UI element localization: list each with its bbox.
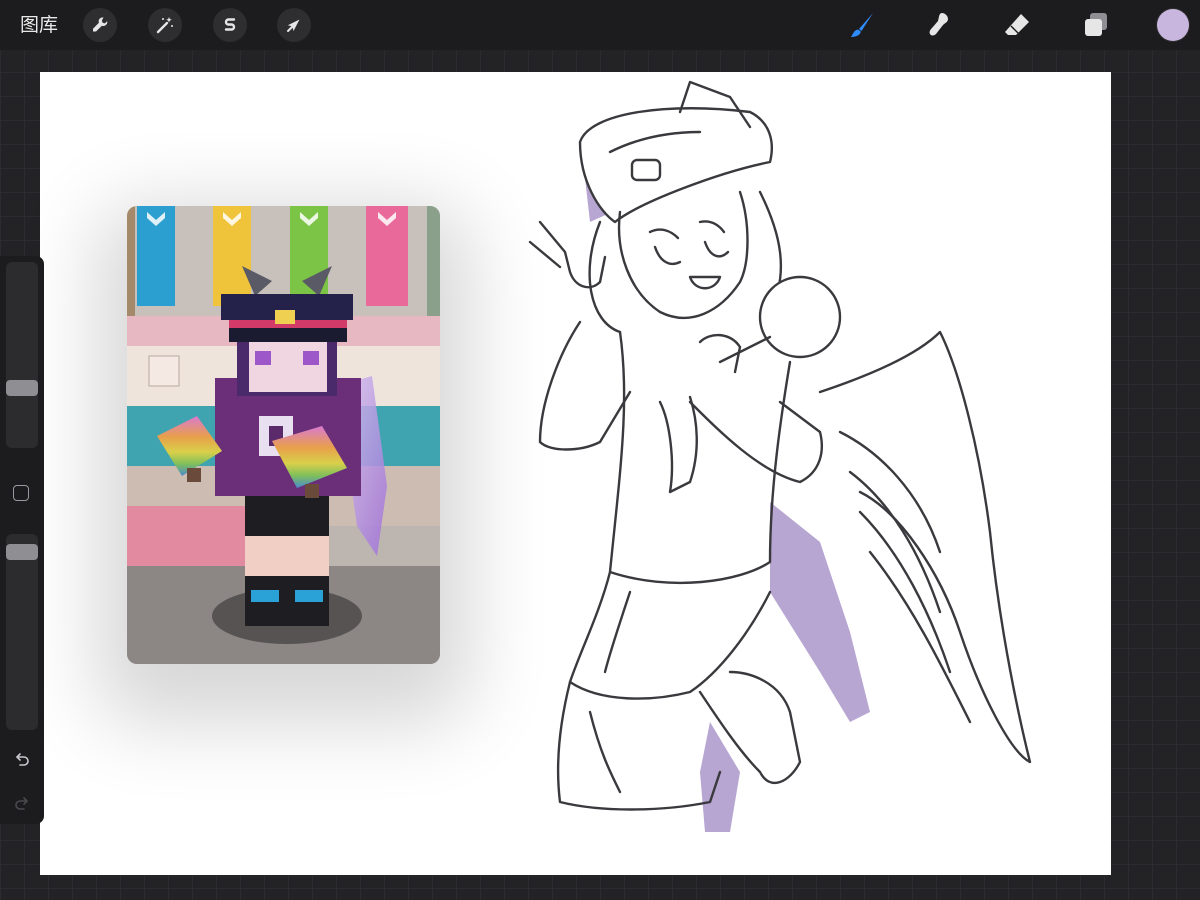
eraser-icon: [1005, 14, 1029, 35]
smudge-icon: [929, 13, 948, 36]
reference-image: [127, 206, 440, 664]
gallery-button[interactable]: 图库: [20, 12, 58, 38]
redo-icon[interactable]: [12, 794, 32, 814]
opacity-handle[interactable]: [6, 544, 38, 560]
reference-photo[interactable]: [127, 206, 440, 664]
eraser-tool-button[interactable]: [1000, 8, 1034, 42]
undo-icon[interactable]: [12, 750, 32, 770]
top-toolbar: 图库: [0, 0, 1200, 50]
smudge-tool-button[interactable]: [922, 8, 956, 42]
actions-button[interactable]: [83, 8, 117, 42]
layers-button[interactable]: [1079, 8, 1113, 42]
selection-s-icon: [224, 18, 236, 31]
layers-icon: [1085, 13, 1107, 36]
square-modify-icon[interactable]: [13, 485, 29, 501]
brush-size-handle[interactable]: [6, 380, 38, 396]
brush-tool-button[interactable]: [845, 8, 879, 42]
sketch-drawing: [528, 80, 1032, 832]
arrow-cursor-icon: [287, 19, 300, 32]
transform-button[interactable]: [277, 8, 311, 42]
brush-icon: [851, 13, 873, 37]
selection-button[interactable]: [213, 8, 247, 42]
left-sidebar: [0, 256, 44, 824]
opacity-slider[interactable]: [6, 534, 38, 730]
wrench-icon: [93, 17, 108, 32]
color-swatch[interactable]: [1157, 9, 1189, 41]
magic-wand-icon: [156, 17, 173, 34]
brush-size-slider[interactable]: [6, 262, 38, 448]
adjustments-button[interactable]: [148, 8, 182, 42]
